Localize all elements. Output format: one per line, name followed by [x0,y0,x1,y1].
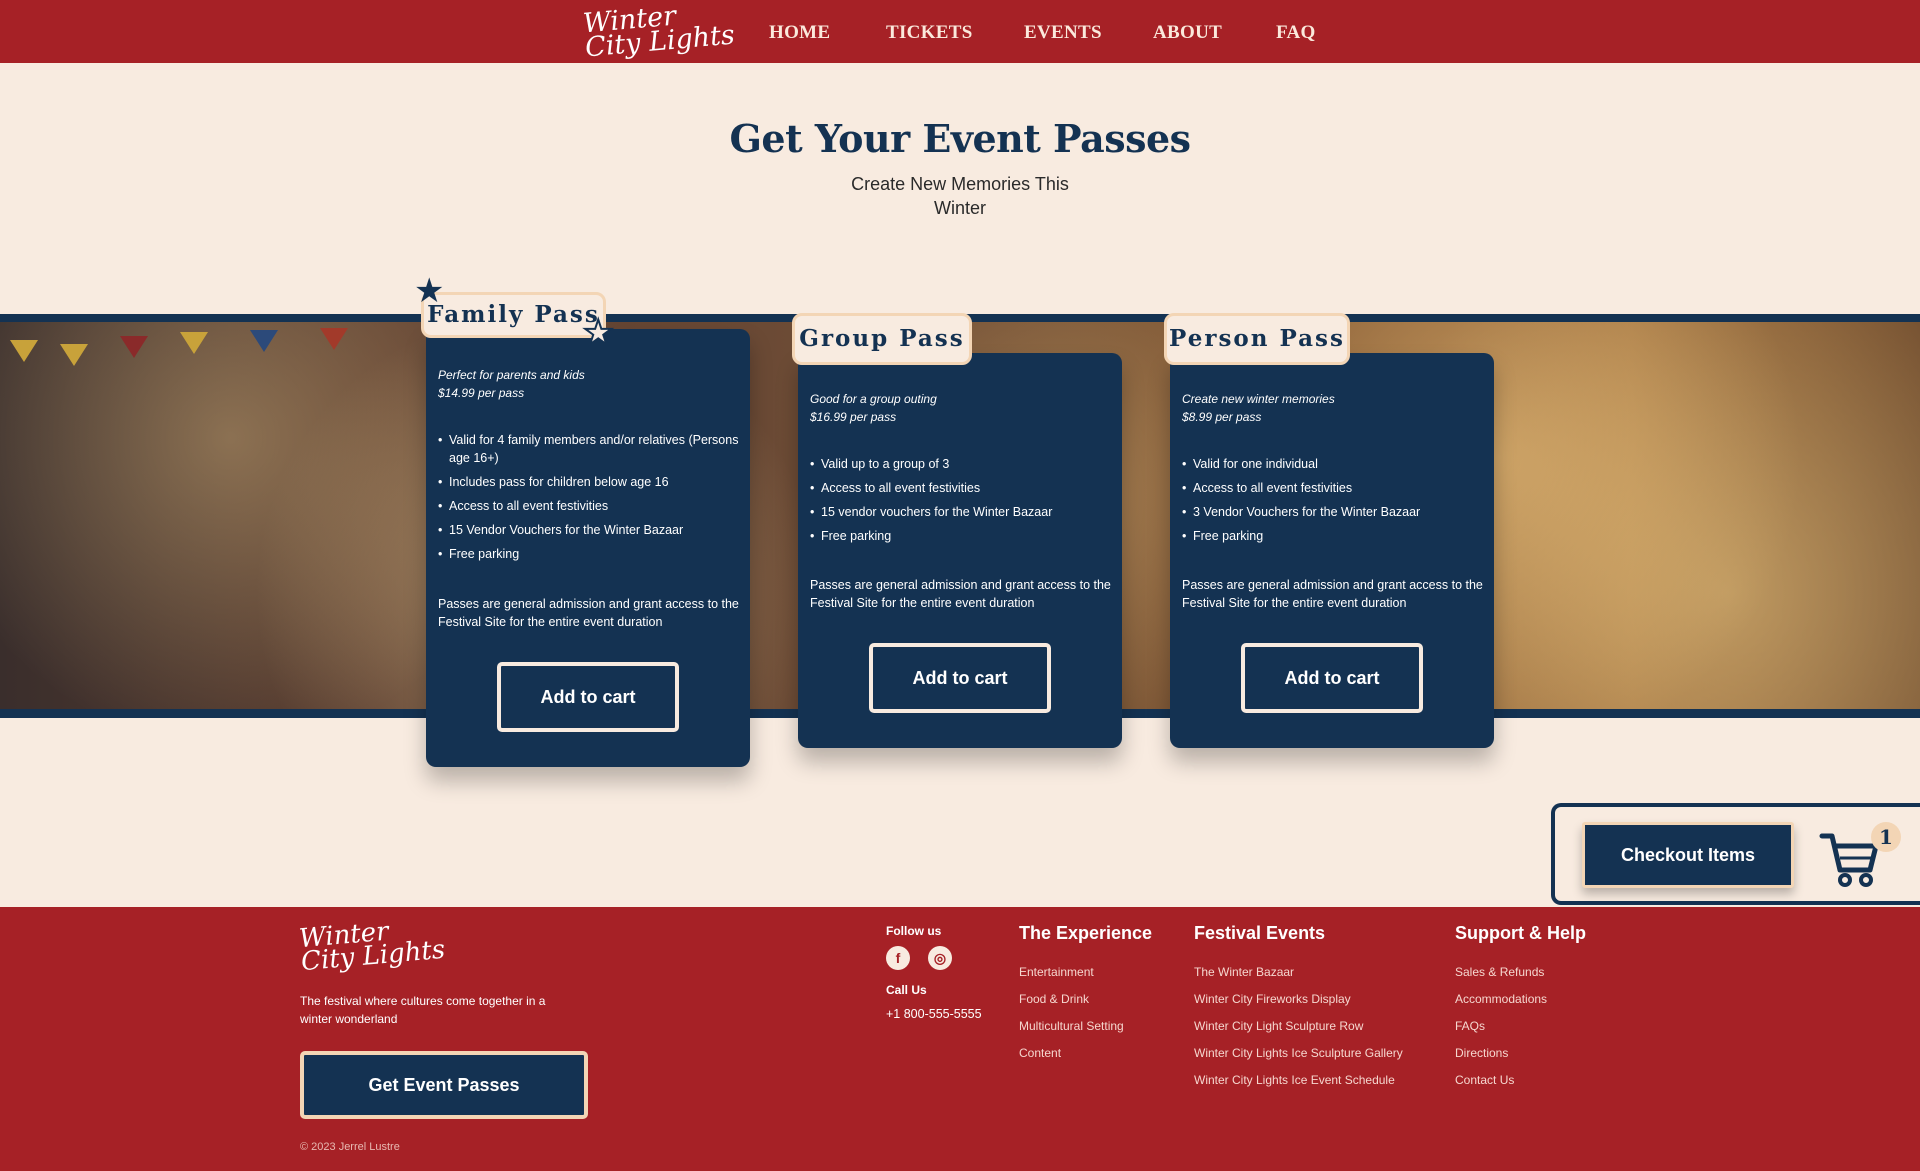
footer-link[interactable]: Directions [1455,1045,1547,1072]
pass-features-list: Valid for one individual Access to all e… [1182,455,1487,551]
footer-link[interactable]: Winter City Light Sculpture Row [1194,1018,1403,1045]
feature-item: Valid up to a group of 3 [810,455,1115,473]
star-icon: ★ [582,314,615,352]
footer-link[interactable]: Winter City Fireworks Display [1194,991,1403,1018]
page-title: Get Your Event Passes [729,116,1191,161]
pass-price: $14.99 per pass [438,386,525,400]
footer-col-support-links: Sales & Refunds Accommodations FAQs Dire… [1455,964,1547,1099]
feature-item: Valid for one individual [1182,455,1487,473]
nav-about-link[interactable]: ABOUT [1153,22,1222,44]
footer-col-experience-title: The Experience [1019,923,1153,943]
get-event-passes-button[interactable]: Get Event Passes [300,1051,588,1119]
footer-link[interactable]: Content [1019,1045,1124,1072]
page-subtitle: Create New Memories This Winter [851,174,1069,218]
footer-col-experience-links: Entertainment Food & Drink Multicultural… [1019,964,1124,1072]
family-add-to-cart-button[interactable]: Add to cart [497,662,679,732]
feature-item: 3 Vendor Vouchers for the Winter Bazaar [1182,503,1487,521]
footer-col-events-title: Festival Events [1194,923,1326,943]
nav-events-link[interactable]: EVENTS [1024,22,1102,44]
footer-link[interactable]: Sales & Refunds [1455,964,1547,991]
nav-tickets-link[interactable]: TICKETS [886,22,973,44]
footer-link[interactable]: Accommodations [1455,991,1547,1018]
footer-link[interactable]: Multicultural Setting [1019,1018,1124,1045]
facebook-icon[interactable]: f [886,946,910,970]
cart-count-badge: 1 [1871,822,1901,852]
group-add-to-cart-button[interactable]: Add to cart [869,643,1051,713]
footer-link[interactable]: Contact Us [1455,1072,1547,1099]
pass-tagline: Good for a group outing $16.99 per pass [810,390,1100,426]
footer-link[interactable]: Food & Drink [1019,991,1124,1018]
pass-tagline-text: Create new winter memories [1182,392,1335,406]
pass-price: $8.99 per pass [1182,410,1262,424]
pass-terms: Passes are general admission and grant a… [1182,578,1483,610]
footer-link[interactable]: FAQs [1455,1018,1547,1045]
pass-tagline: Perfect for parents and kids $14.99 per … [438,366,728,402]
footer-tagline: The festival where cultures come togethe… [300,994,546,1026]
footer-logo[interactable]: Winter City Lights [298,916,446,978]
footer-link[interactable]: The Winter Bazaar [1194,964,1403,991]
top-navigation: Winter City Lights HOME TICKETS EVENTS A… [0,0,1920,64]
phone-number[interactable]: +1 800-555-5555 [886,1007,982,1021]
pass-features-list: Valid up to a group of 3 Access to all e… [810,455,1115,551]
pass-tagline-text: Perfect for parents and kids [438,368,585,382]
footer-col-events-links: The Winter Bazaar Winter City Fireworks … [1194,964,1403,1099]
pass-tagline: Create new winter memories $8.99 per pas… [1182,390,1472,426]
call-us-label: Call Us [886,983,927,997]
follow-us-label: Follow us [886,924,942,938]
feature-item: Access to all event festivities [438,497,743,515]
person-add-to-cart-button[interactable]: Add to cart [1241,643,1423,713]
instagram-icon[interactable]: ◎ [928,946,952,970]
pass-terms: Passes are general admission and grant a… [810,578,1111,610]
feature-item: Valid for 4 family members and/or relati… [438,431,743,467]
pass-terms: Passes are general admission and grant a… [438,597,739,629]
group-pass-label: Group Pass [792,313,972,365]
feature-item: Free parking [810,527,1115,545]
star-icon: ★ [414,272,445,310]
footer-col-support-title: Support & Help [1455,923,1586,943]
footer-link[interactable]: Entertainment [1019,964,1124,991]
footer-link[interactable]: Winter City Lights Ice Event Schedule [1194,1072,1403,1099]
pass-price: $16.99 per pass [810,410,897,424]
pass-card-family: Perfect for parents and kids $14.99 per … [426,329,750,767]
pass-tagline-text: Good for a group outing [810,392,937,406]
copyright-text: © 2023 Jerrel Lustre [300,1141,400,1153]
person-pass-label: Person Pass [1164,313,1350,365]
checkout-items-button[interactable]: Checkout Items [1582,822,1794,888]
family-pass-label: Family Pass [421,292,606,338]
feature-item: Includes pass for children below age 16 [438,473,743,491]
nav-home-link[interactable]: HOME [769,22,830,44]
feature-item: Access to all event festivities [810,479,1115,497]
nav-faq-link[interactable]: FAQ [1276,22,1316,44]
site-logo[interactable]: Winter City Lights [582,0,736,64]
site-footer [0,907,1920,1171]
footer-link[interactable]: Winter City Lights Ice Sculpture Gallery [1194,1045,1403,1072]
pass-card-group: Good for a group outing $16.99 per pass … [798,353,1122,748]
feature-item: 15 vendor vouchers for the Winter Bazaar [810,503,1115,521]
feature-item: 15 Vendor Vouchers for the Winter Bazaar [438,521,743,539]
feature-item: Free parking [438,545,743,563]
feature-item: Free parking [1182,527,1487,545]
feature-item: Access to all event festivities [1182,479,1487,497]
pass-card-person: Create new winter memories $8.99 per pas… [1170,353,1494,748]
pass-features-list: Valid for 4 family members and/or relati… [438,431,743,569]
